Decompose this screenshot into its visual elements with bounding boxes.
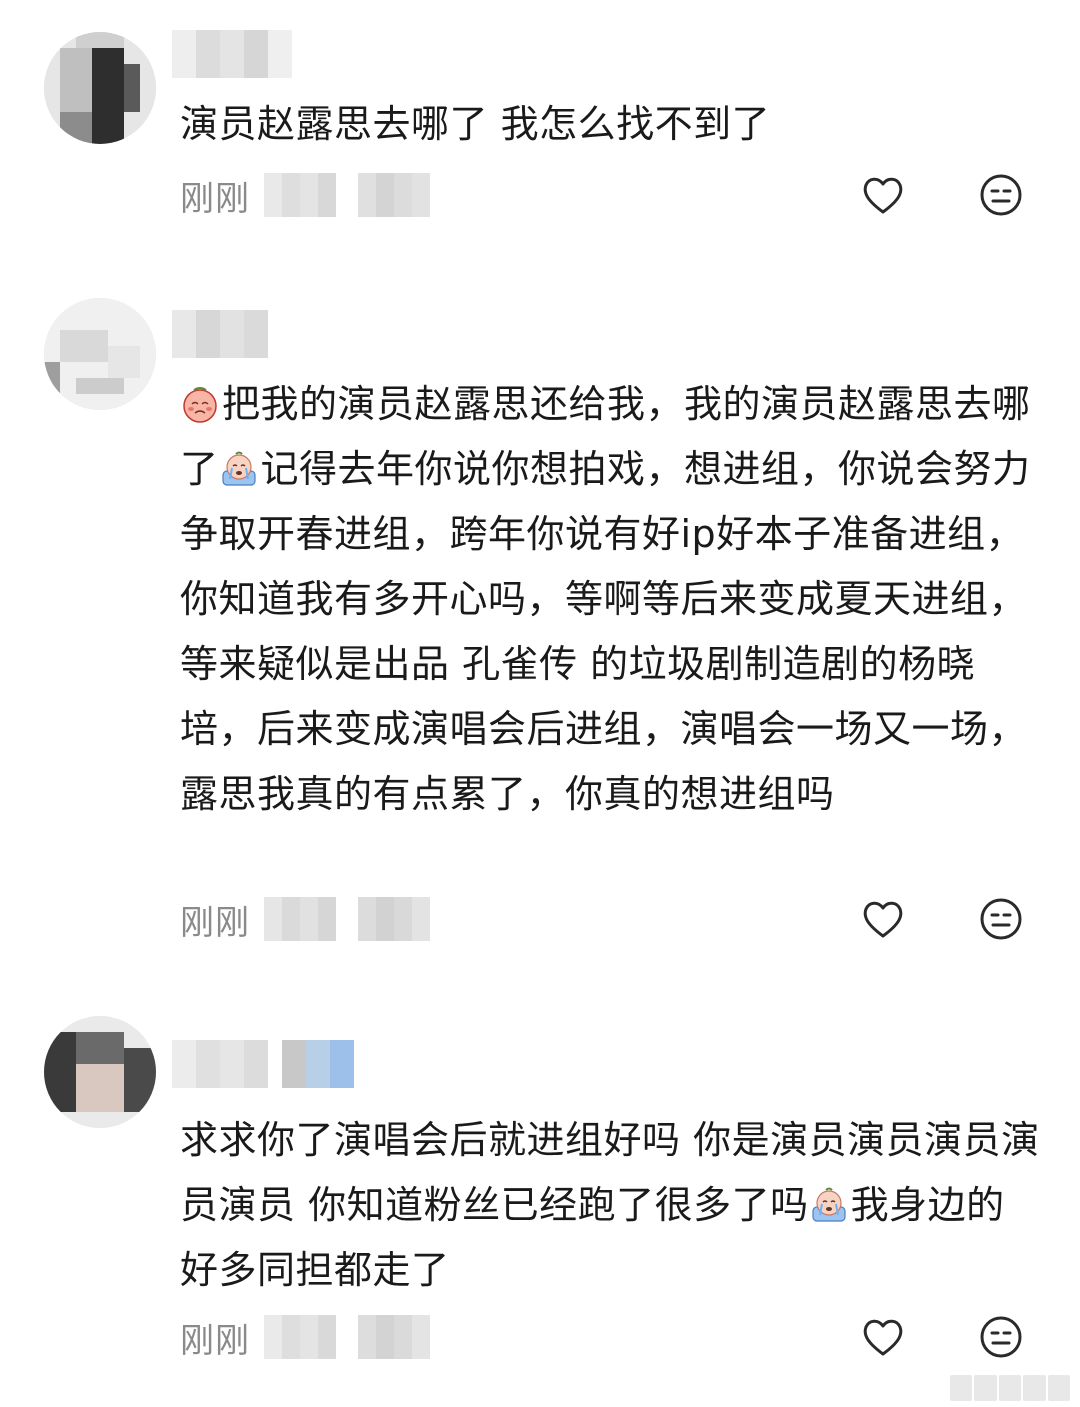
reaction-button[interactable] xyxy=(976,1312,1026,1362)
reply-blurred[interactable] xyxy=(358,1315,430,1359)
like-button[interactable] xyxy=(858,1312,908,1362)
location-blurred xyxy=(264,1315,336,1359)
timestamp: 刚刚 xyxy=(180,1320,250,1361)
watermark-blurred xyxy=(950,1375,1071,1401)
crying-face-emoji xyxy=(811,1187,846,1222)
heart-outline-icon xyxy=(863,1319,903,1356)
username-blurred[interactable] xyxy=(172,1040,354,1088)
neutral-face-icon xyxy=(980,1316,1022,1358)
comment-item: 求求你了演唱会后就进组好吗 你是演员演员演员演员演员 你知道粉丝已经跑了很多了吗… xyxy=(0,0,1080,1407)
avatar[interactable] xyxy=(44,1016,156,1128)
comment-list: 演员赵露思去哪了 我怎么找不到了 刚刚 把我的演员赵露思还给我，我的演员赵露思去… xyxy=(0,0,1080,1407)
comment-meta: 刚刚 xyxy=(180,1312,430,1362)
comment-text: 求求你了演唱会后就进组好吗 你是演员演员演员演员演员 你知道粉丝已经跑了很多了吗… xyxy=(180,1108,1040,1303)
